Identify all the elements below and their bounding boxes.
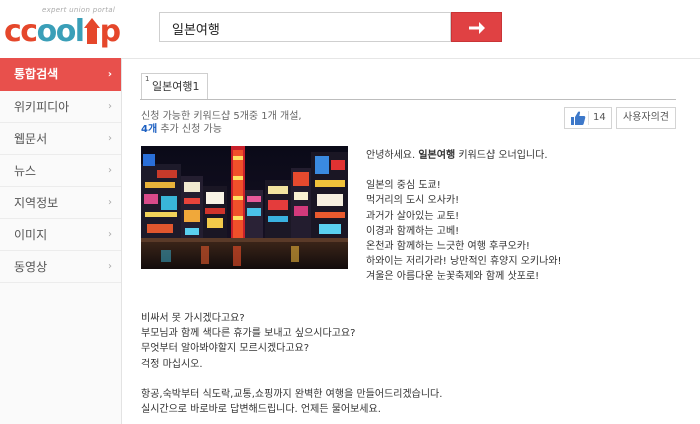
sidebar-item-label: 위키피디아 xyxy=(14,100,70,114)
sidebar-item-web-documents[interactable]: 웹문서 › xyxy=(0,123,121,155)
sidebar-item-local-info[interactable]: 지역정보 › xyxy=(0,187,121,219)
like-count: 14 xyxy=(593,112,606,123)
thumbs-up-icon xyxy=(571,111,586,125)
sidebar-item-label: 웹문서 xyxy=(14,132,48,146)
sidebar-item-label: 지역정보 xyxy=(14,196,59,210)
intro-prefix: 안녕하세요. xyxy=(366,150,419,161)
description-line: 걱정 마십시오. xyxy=(141,358,203,370)
header: expert union portal ccool p xyxy=(0,0,700,59)
sidebar-item-videos[interactable]: 동영상 › xyxy=(0,251,121,283)
chevron-right-icon: › xyxy=(108,133,112,144)
intro-suffix: 키워드샵 오너입니다. xyxy=(455,150,548,161)
description-line: 무엇부터 알아봐야할지 모르시겠다고요? xyxy=(141,343,310,355)
like-divider xyxy=(588,111,589,125)
available-count: 4개 xyxy=(141,124,158,135)
shop-description: 비싸서 못 가시겠다고요? 부모님과 함께 색다른 휴가를 보내고 싶으시다고요… xyxy=(141,311,442,417)
chevron-right-icon: › xyxy=(108,261,112,272)
destination-line: 겨울은 아름다운 눈꽃축제와 함께 삿포로! xyxy=(366,271,540,283)
osaka-night-illustration xyxy=(141,146,348,269)
destination-line: 온천과 함께하는 느긋한 여행 후쿠오카! xyxy=(366,241,530,253)
search-input[interactable] xyxy=(170,13,444,43)
destination-line: 과거가 살아있는 교토! xyxy=(366,210,460,222)
chevron-right-icon: › xyxy=(107,69,112,80)
tab-divider xyxy=(140,99,676,100)
destination-line: 이경과 함께하는 고베! xyxy=(366,225,460,237)
description-line: 항공,숙박부터 식도락,교통,쇼핑까지 완벽한 여행을 만들어드리겠습니다. xyxy=(141,388,443,400)
logo-part-ool: ool xyxy=(36,14,86,49)
description-line: 실시간으로 바로바로 답변해드립니다. 언제든 물어보세요. xyxy=(141,404,381,416)
tab-label: 일본여행1 xyxy=(152,80,200,93)
sidebar-item-label: 통합검색 xyxy=(14,67,59,81)
destination-line: 하와이는 저리가라! 낭만적인 휴양지 오키나와! xyxy=(366,256,562,268)
destination-line: 먹거리의 도시 오사카! xyxy=(366,195,460,207)
logo-wordmark: ccool p xyxy=(4,14,121,49)
description-line: 부모님과 함께 색다른 휴가를 보내고 싶으시다고요? xyxy=(141,328,356,340)
search-box xyxy=(159,12,451,43)
shop-intro-text: 안녕하세요. 일본여행 키워드샵 오너입니다. 일본의 중심 도쿄! 먹거리의 … xyxy=(366,148,562,285)
destination-line: 일본의 중심 도쿄! xyxy=(366,180,441,192)
sidebar-item-label: 이미지 xyxy=(14,228,48,242)
ccoolup-logo[interactable]: expert union portal ccool p xyxy=(4,6,132,52)
like-button[interactable]: 14 xyxy=(564,107,612,129)
tab-keyword-shop[interactable]: 1 일본여행1 xyxy=(141,73,209,99)
shop-availability-line: 4개 추가 신청 가능 xyxy=(141,120,222,135)
sidebar-item-label: 동영상 xyxy=(14,260,48,274)
chevron-right-icon: › xyxy=(108,101,112,112)
logo-up-arrow-icon xyxy=(83,14,100,49)
tab-number: 1 xyxy=(145,75,150,83)
user-opinion-button[interactable]: 사용자의견 xyxy=(616,107,676,129)
sidebar: 통합검색 › 위키피디아 › 웹문서 › 뉴스 › 지역정보 › 이미지 › 동영상 › xyxy=(0,58,122,424)
logo-part-cc: cc xyxy=(4,14,38,49)
intro-keyword: 일본여행 xyxy=(418,150,456,161)
chevron-right-icon: › xyxy=(108,165,112,176)
sidebar-item-integrated-search[interactable]: 통합검색 › xyxy=(0,58,121,91)
sidebar-item-label: 뉴스 xyxy=(14,164,37,178)
chevron-right-icon: › xyxy=(108,197,112,208)
arrow-right-icon xyxy=(468,22,485,34)
sidebar-item-news[interactable]: 뉴스 › xyxy=(0,155,121,187)
availability-text: 추가 신청 가능 xyxy=(157,124,222,135)
osaka-night-photo[interactable] xyxy=(141,146,348,269)
description-line: 비싸서 못 가시겠다고요? xyxy=(141,313,245,324)
sidebar-item-images[interactable]: 이미지 › xyxy=(0,219,121,251)
search-button[interactable] xyxy=(451,12,502,42)
logo-part-p: p xyxy=(99,14,121,49)
logo-tagline: expert union portal xyxy=(42,6,116,14)
sidebar-item-wikipedia[interactable]: 위키피디아 › xyxy=(0,91,121,123)
chevron-right-icon: › xyxy=(108,229,112,240)
intro-line: 안녕하세요. 일본여행 키워드샵 오너입니다. xyxy=(366,148,562,163)
